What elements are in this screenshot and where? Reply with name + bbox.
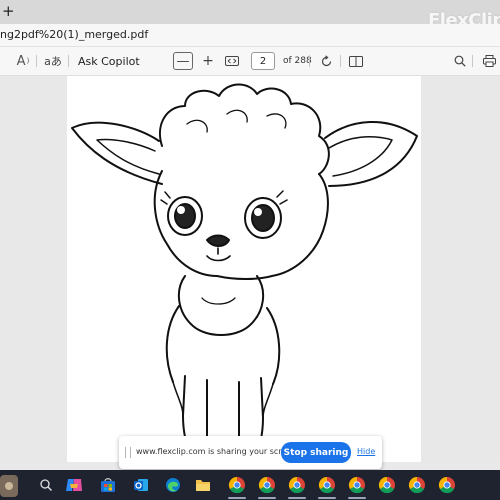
zoom-out-button[interactable]: —: [173, 52, 193, 70]
chrome-icon[interactable]: [256, 474, 278, 496]
zoom-in-button[interactable]: +: [201, 52, 215, 70]
screen-share-bar: www.flexclip.com is sharing your screen.…: [119, 436, 382, 469]
chrome-icon[interactable]: [286, 474, 308, 496]
rotate-icon: [321, 54, 331, 66]
pdf-toolbar: A) aあ Ask Copilot — + 2 of 288: [0, 47, 500, 76]
ask-copilot-button[interactable]: Ask Copilot: [78, 52, 140, 70]
page-count: of 288: [283, 56, 312, 66]
address-text[interactable]: ng2pdf%20(1)_merged.pdf: [0, 28, 148, 41]
chrome-icon[interactable]: [226, 474, 248, 496]
outlook-icon[interactable]: [130, 474, 152, 496]
stop-sharing-button[interactable]: Stop sharing: [281, 442, 351, 463]
sound-wave-icon: ): [26, 57, 30, 65]
toolbar-divider: [36, 55, 37, 67]
share-message: www.flexclip.com is sharing your screen.: [136, 447, 299, 456]
tab-strip: + FlexClip: [0, 0, 500, 31]
page-view-button[interactable]: [348, 52, 364, 70]
toolbar-divider: [309, 55, 310, 67]
running-indicator: [318, 497, 336, 499]
fit-page-icon: [225, 56, 239, 66]
read-aloud-button[interactable]: A): [14, 52, 32, 70]
new-tab-button[interactable]: +: [2, 2, 15, 20]
read-aloud-icon: A: [16, 53, 26, 69]
running-indicator: [348, 497, 366, 499]
running-indicator: [288, 497, 306, 499]
chrome-icon[interactable]: [376, 474, 398, 496]
lamb-coloring-illustration: [71, 83, 418, 461]
running-indicator: [228, 497, 246, 499]
page-view-icon: [349, 55, 363, 67]
page-number-input[interactable]: 2: [251, 52, 275, 70]
file-explorer-icon[interactable]: [192, 474, 214, 496]
translate-button[interactable]: aあ: [43, 52, 63, 70]
search-icon: [454, 55, 466, 67]
chrome-icon[interactable]: [436, 474, 458, 496]
rotate-button[interactable]: [318, 52, 334, 70]
chrome-icon[interactable]: [346, 474, 368, 496]
copilot-icon[interactable]: [63, 474, 85, 496]
store-icon[interactable]: [97, 474, 119, 496]
edge-icon[interactable]: [162, 474, 184, 496]
toolbar-divider: [472, 55, 473, 67]
pdf-page: [67, 76, 421, 462]
running-indicator: [258, 497, 276, 499]
toolbar-divider: [68, 55, 69, 67]
chrome-icon[interactable]: [316, 474, 338, 496]
address-bar[interactable]: ng2pdf%20(1)_merged.pdf: [0, 24, 500, 47]
fit-page-button[interactable]: [224, 52, 240, 70]
search-icon[interactable]: [35, 474, 57, 496]
toolbar-divider: [340, 55, 341, 67]
chrome-icon[interactable]: [406, 474, 428, 496]
print-button[interactable]: [481, 52, 497, 70]
drag-handle-icon[interactable]: [125, 447, 131, 458]
weather-icon[interactable]: [0, 475, 18, 497]
hide-button[interactable]: Hide: [357, 447, 375, 456]
windows-taskbar: [0, 470, 500, 500]
find-button[interactable]: [452, 52, 468, 70]
print-icon: [482, 55, 496, 67]
